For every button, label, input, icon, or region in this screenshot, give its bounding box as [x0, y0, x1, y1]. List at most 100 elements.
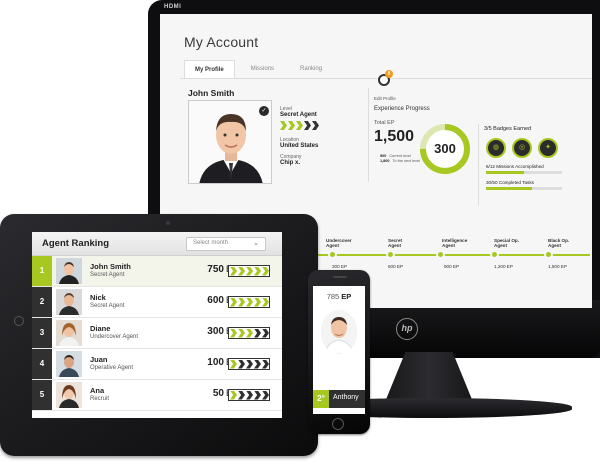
- phone-screen: 785 EP 2° Anthony: [313, 286, 365, 414]
- timeline-label-line: Agent: [442, 243, 456, 248]
- ranking-row[interactable]: 2 Nick Secret Agent 600EP: [32, 287, 282, 318]
- avatar: [56, 320, 82, 346]
- rank-number: 2: [32, 287, 52, 317]
- agent-name: Diane: [90, 324, 111, 333]
- phone-name: Anthony: [333, 394, 359, 401]
- target-badge-icon[interactable]: ◎: [512, 138, 532, 158]
- edit-check-icon[interactable]: ✓: [259, 106, 269, 116]
- rank-arrows-icon: [228, 389, 270, 401]
- timeline-ep: 1,200 EP: [494, 264, 513, 269]
- agent-role: Undercover Agent: [90, 334, 139, 340]
- stat-row: 1,800 To the next level: [380, 159, 420, 164]
- agent-name: John Smith: [90, 262, 131, 271]
- ranking-title: Agent Ranking: [42, 238, 110, 249]
- rank-chevron: [262, 297, 269, 307]
- rank-chevron: [238, 359, 245, 369]
- agent-name: Ana: [90, 386, 105, 395]
- marketing-scene: HDMI hp My Account My Profile Missions R…: [0, 0, 600, 471]
- agent-name: Juan: [90, 355, 108, 364]
- tab-ranking[interactable]: Ranking: [290, 60, 332, 78]
- timeline-label-line: Agent: [326, 243, 340, 248]
- tab-missions[interactable]: Missions: [241, 60, 284, 78]
- timeline-ep: 600 EP: [388, 264, 404, 269]
- tab-my-profile[interactable]: My Profile: [184, 60, 235, 78]
- rank-chevron: [254, 297, 261, 307]
- rank-chevron: [238, 390, 245, 400]
- divider: [478, 124, 479, 206]
- timeline-node: [544, 250, 553, 259]
- rank-number: 1: [32, 256, 52, 286]
- spy-badge-icon[interactable]: ✦: [538, 138, 558, 158]
- missions-progress-label: 6/12 Missions Accomplished: [486, 164, 544, 169]
- rank-chevron: [230, 359, 237, 369]
- rank-chevron: [254, 390, 261, 400]
- timeline-label: Intelligence Agent: [442, 238, 467, 248]
- phone-ep-unit: EP: [341, 292, 352, 301]
- rank-chevron: [254, 266, 261, 276]
- rank-chevron: [262, 266, 269, 276]
- phone-ep-value: 785: [326, 292, 340, 301]
- missions-progress-bar: [486, 171, 562, 174]
- rank-chevron: [254, 328, 261, 338]
- ranking-row[interactable]: 4 Juan Operative Agent 100EP: [32, 349, 282, 380]
- ep-value: 600: [207, 295, 224, 306]
- phone-rank: 2°: [313, 390, 329, 408]
- timeline-label-line: Agent: [388, 243, 402, 248]
- rank-arrows-icon: [228, 296, 270, 308]
- phone-home-button: [332, 418, 344, 430]
- ranking-row[interactable]: 1 John Smith Secret Agent 750EP: [32, 256, 282, 287]
- hp-logo-icon: hp: [396, 318, 418, 340]
- timeline-label-line: Agent: [548, 243, 562, 248]
- agent-role: Secret Agent: [90, 272, 125, 278]
- tasks-progress-label: 30/50 Completed Tasks: [486, 180, 534, 185]
- timeline-label: Secret Agent: [388, 238, 402, 248]
- avatar: [56, 351, 82, 377]
- monitor-stand: [384, 352, 474, 404]
- profile-info: Level Secret Agent Location United State…: [280, 106, 360, 171]
- tasks-progress-fill: [486, 187, 532, 190]
- timeline-label: Black Op. Agent: [548, 238, 569, 248]
- rank-number: 3: [32, 318, 52, 348]
- rank-chevron: [254, 359, 261, 369]
- company-value: Chip x.: [280, 160, 301, 166]
- rank-chevron: [230, 390, 237, 400]
- rank-chevron: [246, 266, 253, 276]
- gauge-value: 300: [434, 141, 456, 156]
- level-arrows-icon: [280, 121, 360, 130]
- phone-profile-bar[interactable]: 2° Anthony: [313, 390, 365, 408]
- rank-arrows-icon: [228, 265, 270, 277]
- avatar: [56, 382, 82, 408]
- ranking-row[interactable]: 3 Diane Undercover Agent 300EP: [32, 318, 282, 349]
- page-title: My Account: [184, 34, 259, 50]
- month-select[interactable]: Select month ⌄: [186, 237, 266, 251]
- rank-chevron: [230, 266, 237, 276]
- rank-chevron: [246, 359, 253, 369]
- timeline-node: [436, 250, 445, 259]
- phone-speaker: [333, 276, 347, 278]
- month-select-value: Select month: [193, 240, 229, 246]
- agent-role: Recruit: [90, 396, 110, 402]
- tablet-camera: [166, 221, 170, 225]
- rank-chevron: [230, 328, 237, 338]
- total-ep-value: 1,500: [374, 128, 415, 145]
- badge-list: ◍ ◎ ✦: [486, 138, 558, 158]
- rank-chevron: [262, 328, 269, 338]
- ep-value: 100: [207, 357, 224, 368]
- chevron-down-icon: ⌄: [253, 240, 259, 247]
- phone-ep: 785 EP: [313, 292, 365, 301]
- ep-value: 750: [207, 264, 224, 275]
- edit-profile-link[interactable]: Edit Profile: [374, 96, 396, 101]
- rank-number: 4: [32, 349, 52, 379]
- rank-arrows-icon: [228, 358, 270, 370]
- rank-number: 5: [32, 380, 52, 410]
- globe-badge-icon[interactable]: ◍: [486, 138, 506, 158]
- level-value: Secret Agent: [280, 112, 317, 118]
- rank-chevron: [262, 359, 269, 369]
- ranking-row[interactable]: 5 Ana Recruit 50EP: [32, 380, 282, 411]
- experience-stats: 900 Current level 1,800 To the next level: [380, 154, 420, 164]
- avatar: [56, 258, 82, 284]
- rank-chevron: [246, 328, 253, 338]
- hdmi-label: HDMI: [164, 4, 182, 10]
- timeline-label: Special Op. Agent: [494, 238, 519, 248]
- ep-value: 300: [207, 326, 224, 337]
